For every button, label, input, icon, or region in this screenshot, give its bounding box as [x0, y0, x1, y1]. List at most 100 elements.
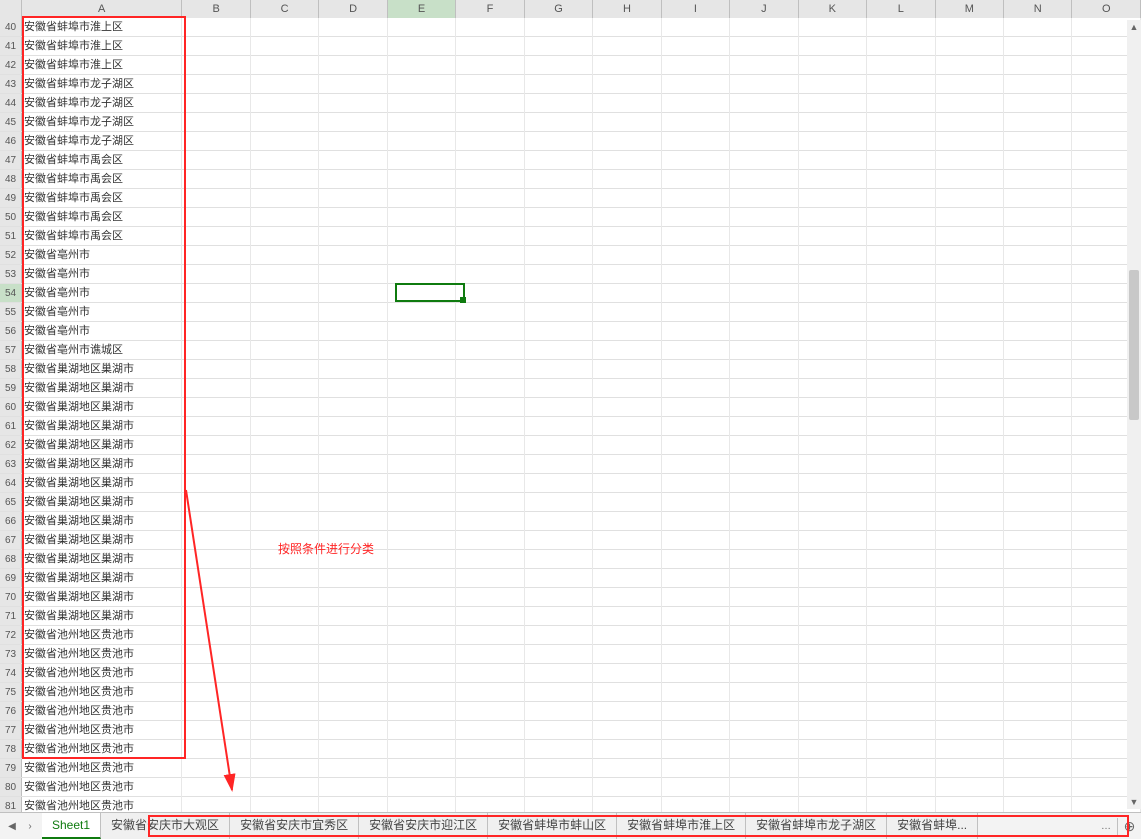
cell[interactable]	[936, 56, 1004, 75]
cell[interactable]	[251, 208, 319, 227]
cell[interactable]	[251, 607, 319, 626]
cell[interactable]	[730, 18, 798, 37]
row-header[interactable]: 78	[0, 740, 22, 758]
row-header[interactable]: 42	[0, 56, 22, 74]
cell[interactable]	[936, 132, 1004, 151]
cell[interactable]	[867, 417, 935, 436]
row-header[interactable]: 69	[0, 569, 22, 587]
row-header[interactable]: 50	[0, 208, 22, 226]
cell[interactable]	[662, 208, 730, 227]
cell[interactable]	[593, 607, 661, 626]
cell[interactable]	[251, 284, 319, 303]
cell[interactable]	[662, 227, 730, 246]
cell[interactable]	[662, 493, 730, 512]
cell[interactable]	[456, 151, 524, 170]
cell[interactable]	[867, 702, 935, 721]
cell[interactable]	[1004, 417, 1072, 436]
cell[interactable]	[182, 151, 250, 170]
cell[interactable]	[388, 322, 456, 341]
cell[interactable]	[251, 778, 319, 797]
cell[interactable]	[799, 208, 867, 227]
row-header[interactable]: 41	[0, 37, 22, 55]
cell[interactable]	[867, 265, 935, 284]
cell[interactable]	[662, 683, 730, 702]
cell[interactable]	[936, 75, 1004, 94]
cell[interactable]	[388, 455, 456, 474]
cell[interactable]	[251, 645, 319, 664]
scroll-down-icon[interactable]: ▼	[1127, 795, 1141, 809]
cell[interactable]	[662, 512, 730, 531]
cell[interactable]	[1004, 588, 1072, 607]
row-header[interactable]: 66	[0, 512, 22, 530]
cell[interactable]	[251, 569, 319, 588]
cell[interactable]	[182, 398, 250, 417]
row-header[interactable]: 52	[0, 246, 22, 264]
cell[interactable]	[251, 56, 319, 75]
cell[interactable]	[1004, 189, 1072, 208]
cell[interactable]	[867, 18, 935, 37]
cell[interactable]	[867, 778, 935, 797]
cell[interactable]	[867, 227, 935, 246]
cell[interactable]	[730, 455, 798, 474]
cell[interactable]	[251, 664, 319, 683]
cell[interactable]	[319, 645, 387, 664]
cell[interactable]	[456, 189, 524, 208]
cell[interactable]	[251, 246, 319, 265]
col-header-G[interactable]: G	[525, 0, 593, 18]
cell[interactable]	[799, 778, 867, 797]
row-header[interactable]: 57	[0, 341, 22, 359]
cell[interactable]	[799, 303, 867, 322]
row-header[interactable]: 55	[0, 303, 22, 321]
cell[interactable]	[319, 417, 387, 436]
cell[interactable]	[1004, 265, 1072, 284]
cell[interactable]	[388, 721, 456, 740]
cell[interactable]	[388, 569, 456, 588]
cell[interactable]	[730, 113, 798, 132]
cell[interactable]	[1004, 436, 1072, 455]
cell[interactable]	[936, 664, 1004, 683]
cell[interactable]	[730, 265, 798, 284]
cell[interactable]	[388, 132, 456, 151]
cell[interactable]	[319, 303, 387, 322]
cell[interactable]	[730, 607, 798, 626]
cell[interactable]	[867, 398, 935, 417]
cell[interactable]	[456, 740, 524, 759]
cell[interactable]	[388, 512, 456, 531]
cell[interactable]	[730, 436, 798, 455]
cell[interactable]	[662, 94, 730, 113]
cell[interactable]	[662, 588, 730, 607]
cell[interactable]	[456, 360, 524, 379]
cell[interactable]	[867, 645, 935, 664]
cell[interactable]	[388, 474, 456, 493]
cell[interactable]	[730, 303, 798, 322]
cell[interactable]	[456, 531, 524, 550]
cell[interactable]	[388, 417, 456, 436]
cell[interactable]	[525, 265, 593, 284]
cell[interactable]	[867, 303, 935, 322]
cell[interactable]	[525, 56, 593, 75]
cell[interactable]	[867, 493, 935, 512]
cell[interactable]	[799, 569, 867, 588]
scroll-thumb[interactable]	[1129, 270, 1139, 420]
cell[interactable]	[525, 417, 593, 436]
cell[interactable]	[936, 436, 1004, 455]
cell[interactable]	[1004, 132, 1072, 151]
cell[interactable]	[456, 208, 524, 227]
cell[interactable]	[662, 113, 730, 132]
cell[interactable]	[388, 151, 456, 170]
cell[interactable]	[319, 56, 387, 75]
cell[interactable]	[730, 132, 798, 151]
cell[interactable]	[319, 702, 387, 721]
cell[interactable]	[1004, 379, 1072, 398]
cell[interactable]	[319, 208, 387, 227]
cell[interactable]	[730, 208, 798, 227]
cell[interactable]	[182, 569, 250, 588]
col-header-B[interactable]: B	[182, 0, 250, 18]
cell[interactable]	[251, 436, 319, 455]
cell[interactable]	[867, 436, 935, 455]
cell[interactable]	[936, 113, 1004, 132]
cell[interactable]	[867, 550, 935, 569]
cell[interactable]	[456, 303, 524, 322]
cell[interactable]	[388, 702, 456, 721]
cell[interactable]	[593, 227, 661, 246]
